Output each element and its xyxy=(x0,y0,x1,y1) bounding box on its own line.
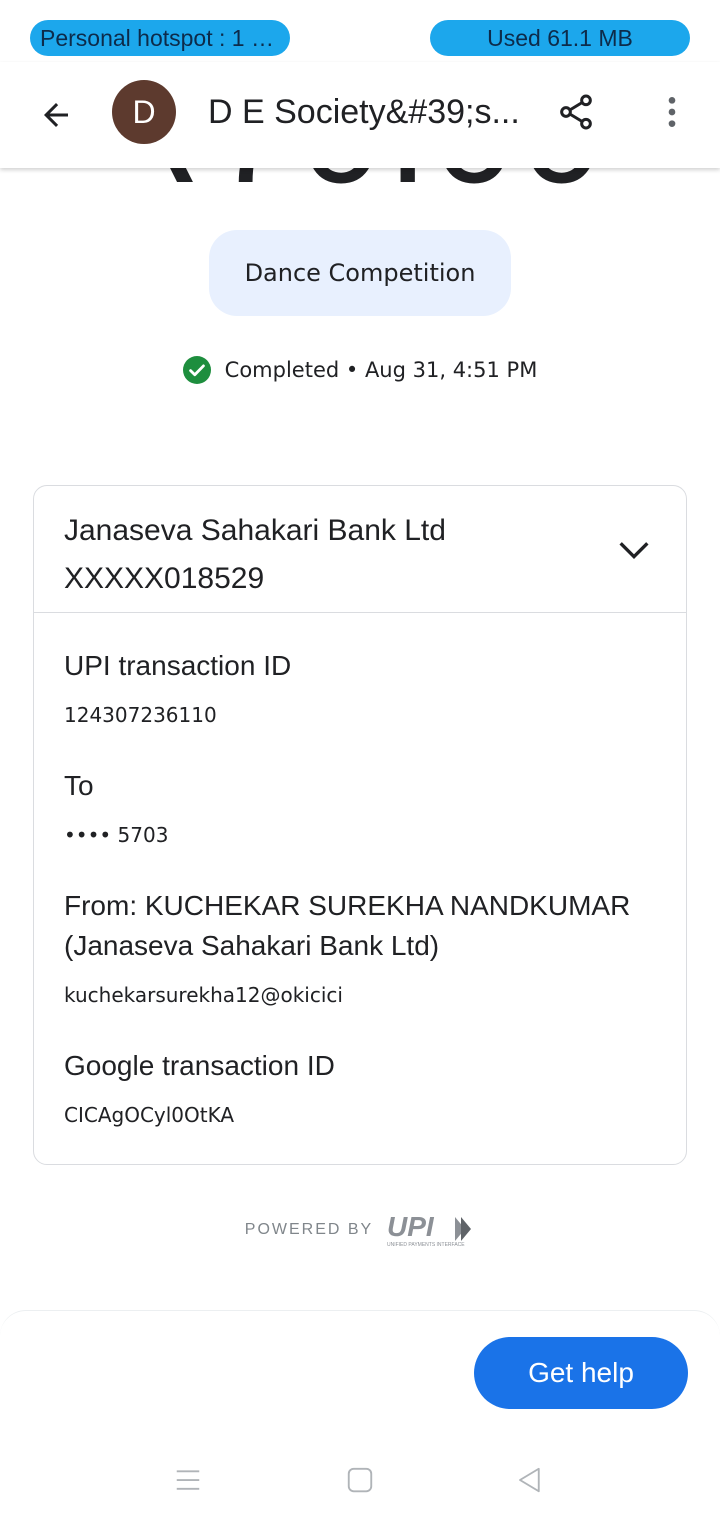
payment-note-chip: Dance Competition xyxy=(209,230,511,316)
get-help-button[interactable]: Get help xyxy=(474,1337,688,1409)
home-square-icon xyxy=(347,1467,373,1493)
powered-by-text: POWERED BY xyxy=(244,1221,374,1238)
bottom-action-sheet: Get help xyxy=(0,1310,720,1440)
google-transaction-field: Google transaction ID CICAgOCyl0OtKA xyxy=(64,1046,664,1130)
google-transaction-label: Google transaction ID xyxy=(64,1050,335,1081)
account-number: XXXXX018529 xyxy=(64,562,265,595)
recents-button[interactable] xyxy=(168,1460,208,1500)
upi-logo-text: UPI xyxy=(387,1212,435,1242)
back-triangle-icon xyxy=(519,1467,540,1493)
share-button[interactable] xyxy=(552,88,600,136)
menu-icon xyxy=(176,1470,200,1490)
more-vert-icon xyxy=(668,97,676,127)
powered-by-upi: POWERED BY UPI UNIFIED PAYMENTS INTERFAC… xyxy=(0,1212,720,1248)
upi-transaction-value[interactable]: 124307236110 xyxy=(64,700,664,730)
to-label: To xyxy=(64,770,94,801)
bank-name: Janaseva Sahakari Bank Ltd xyxy=(64,514,446,547)
account-row[interactable]: Janaseva Sahakari Bank Ltd XXXXX018529 xyxy=(34,486,686,613)
from-field: From: KUCHEKAR SUREKHA NANDKUMAR (Janase… xyxy=(64,886,664,1010)
google-transaction-value[interactable]: CICAgOCyl0OtKA xyxy=(64,1100,664,1130)
share-icon xyxy=(560,94,592,130)
status-text: Completed • Aug 31, 4:51 PM xyxy=(224,358,538,382)
check-circle-icon xyxy=(182,356,211,384)
upi-logo: UPI UNIFIED PAYMENTS INTERFACE xyxy=(387,1212,472,1248)
home-button[interactable] xyxy=(340,1460,380,1500)
to-value: •••• 5703 xyxy=(64,823,169,847)
avatar: D xyxy=(112,80,176,144)
chevron-down-icon[interactable] xyxy=(614,530,654,570)
top-app-bar: D D E Society&#39;s... xyxy=(0,62,720,168)
page-title: D E Society&#39;s... xyxy=(208,93,520,131)
upi-logo-caption: UNIFIED PAYMENTS INTERFACE xyxy=(387,1242,465,1248)
payment-status: Completed • Aug 31, 4:51 PM xyxy=(0,356,720,384)
from-value: kuchekarsurekha12@okicici xyxy=(64,983,343,1007)
upi-transaction-label: UPI transaction ID xyxy=(64,650,292,681)
transaction-details-card: Janaseva Sahakari Bank Ltd XXXXX018529 U… xyxy=(33,485,687,1165)
more-options-button[interactable] xyxy=(648,88,696,136)
from-label-line2: (Janaseva Sahakari Bank Ltd) xyxy=(64,930,440,961)
to-field: To •••• 5703 xyxy=(64,766,664,850)
system-nav-bar xyxy=(0,1440,720,1520)
arrow-back-icon xyxy=(44,103,68,127)
back-button[interactable] xyxy=(28,87,84,143)
from-label-line1: From: KUCHEKAR SUREKHA NANDKUMAR xyxy=(64,890,631,921)
system-back-button[interactable] xyxy=(510,1460,550,1500)
upi-transaction-field: UPI transaction ID 124307236110 xyxy=(64,646,664,730)
